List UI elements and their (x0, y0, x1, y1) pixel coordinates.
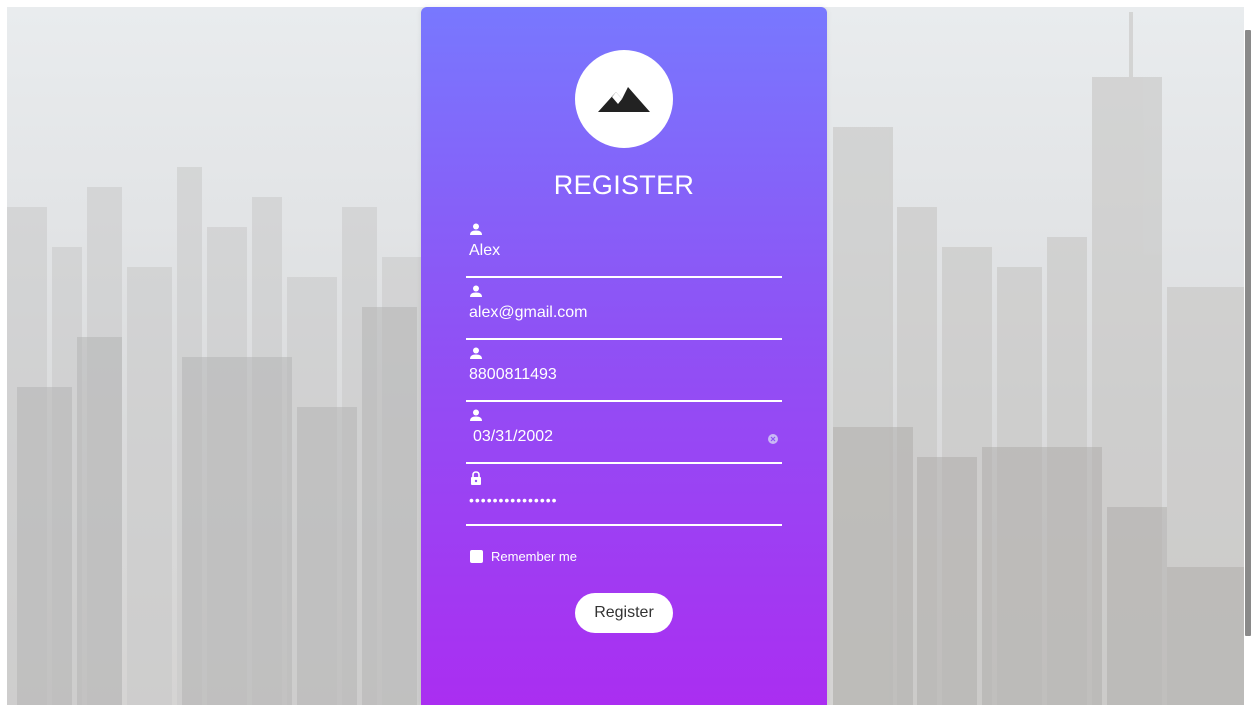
register-button[interactable]: Register (575, 593, 673, 633)
register-card: REGISTER Alex alex@gmail.com 8800811493 … (421, 7, 827, 705)
date-input[interactable]: 03/31/2002 (473, 428, 553, 446)
lock-icon (471, 471, 481, 485)
clear-icon[interactable] (768, 434, 778, 444)
user-icon (470, 409, 482, 421)
email-input[interactable]: alex@gmail.com (469, 304, 588, 322)
page-title: REGISTER (553, 170, 695, 200)
remember-me-label: Remember me (491, 548, 577, 564)
user-icon (470, 223, 482, 235)
user-icon (470, 347, 482, 359)
phone-input[interactable]: 8800811493 (469, 366, 557, 384)
remember-me-option[interactable]: Remember me (470, 548, 577, 564)
email-field[interactable]: alex@gmail.com (466, 282, 782, 340)
user-icon (470, 285, 482, 297)
password-input[interactable]: ••••••••••••••• (469, 492, 558, 508)
date-field[interactable]: 03/31/2002 (466, 406, 782, 464)
mountain-logo-icon (598, 87, 650, 112)
password-field[interactable]: ••••••••••••••• (466, 468, 782, 526)
name-field[interactable]: Alex (466, 220, 782, 278)
remember-me-checkbox[interactable] (470, 549, 483, 563)
scrollbar-thumb[interactable] (1245, 30, 1251, 636)
name-input[interactable]: Alex (469, 242, 500, 260)
phone-field[interactable]: 8800811493 (466, 344, 782, 402)
logo (575, 50, 673, 148)
